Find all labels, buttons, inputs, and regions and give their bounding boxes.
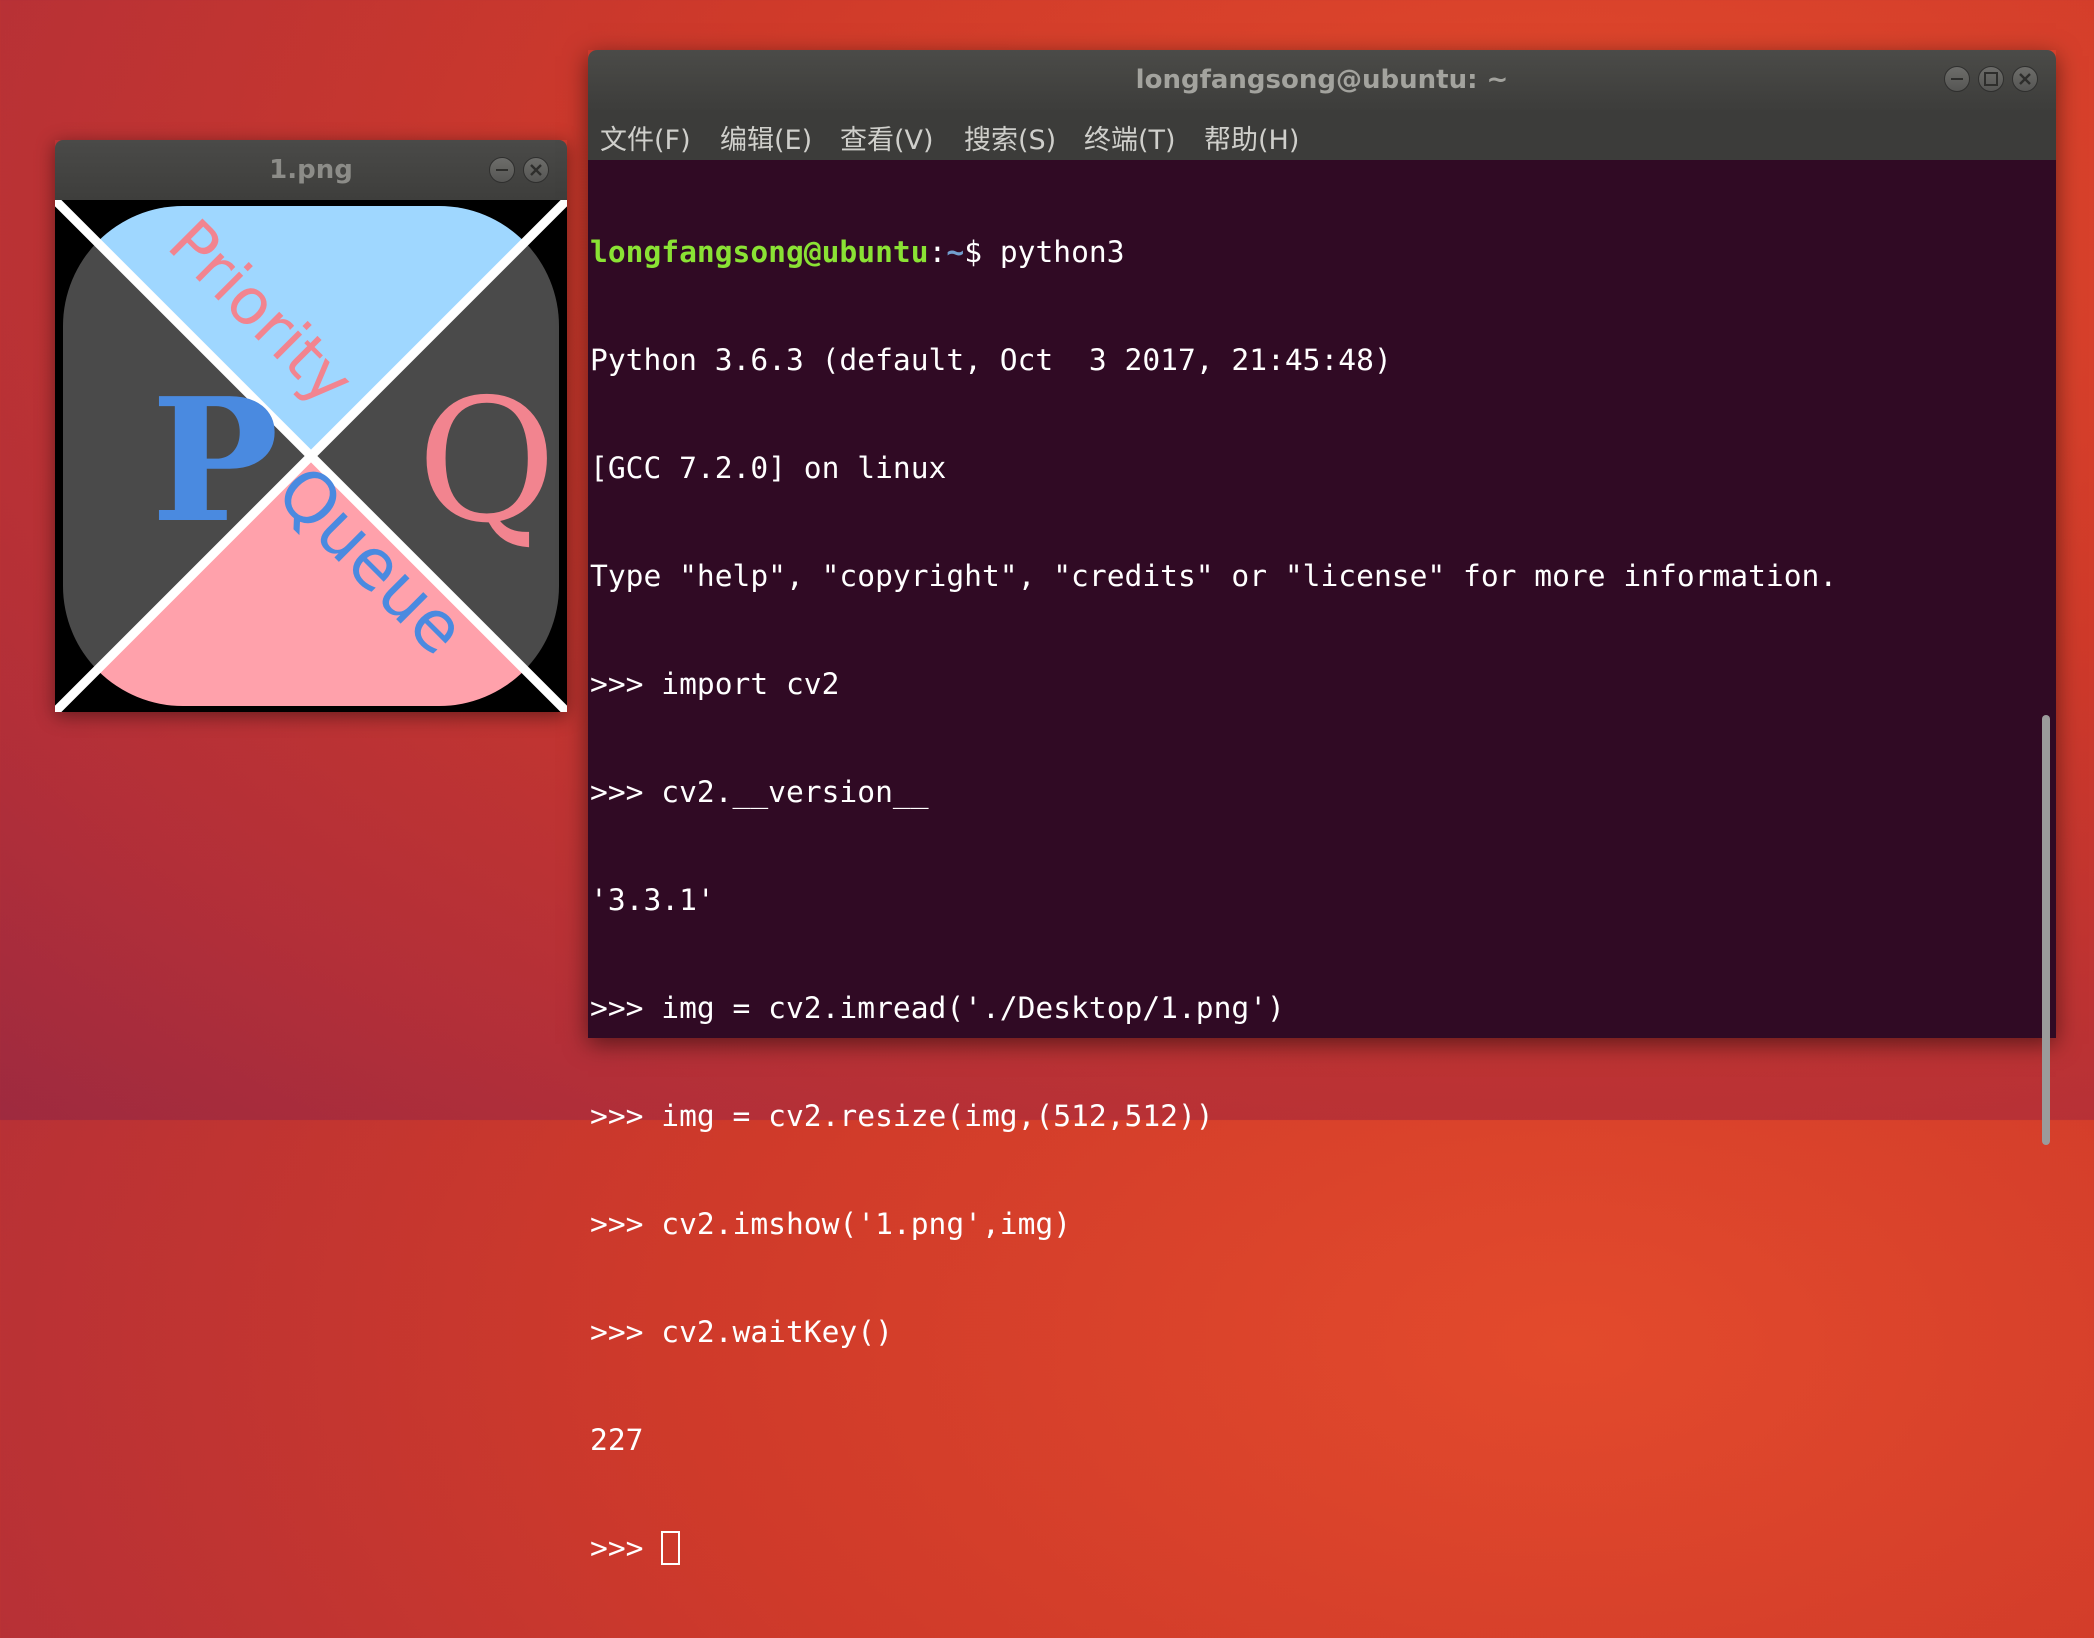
prompt-separator: : <box>928 235 947 269</box>
letter-q: Q <box>417 363 556 561</box>
letter-p: P <box>151 361 279 561</box>
menu-search[interactable]: 搜索(S) <box>964 110 1056 160</box>
displayed-image: P Q Priority Queue <box>51 196 571 716</box>
menu-terminal[interactable]: 终端(T) <box>1084 110 1176 160</box>
terminal-text: longfangsong@ubuntu:~$ python3 Python 3.… <box>590 162 2026 1638</box>
terminal-line: '3.3.1' <box>590 883 715 917</box>
terminal-line: Python 3.6.3 (default, Oct 3 2017, 21:45… <box>590 343 1410 377</box>
terminal-line: Type "help", "copyright", "credits" or "… <box>590 559 1838 593</box>
terminal-titlebar[interactable]: longfangsong@ubuntu: ~ <box>588 50 2056 110</box>
terminal-line: 227 <box>590 1423 644 1457</box>
prompt-command: python3 <box>999 235 1125 269</box>
close-button[interactable] <box>2012 66 2038 92</box>
prompt-path: ~ <box>946 235 965 269</box>
terminal-title: longfangsong@ubuntu: ~ <box>1135 65 1509 95</box>
terminal-window[interactable]: longfangsong@ubuntu: ~ 文件(F) 编辑(E) 查看(V)… <box>588 50 2056 1565</box>
terminal-line: >>> import cv2 <box>590 667 840 701</box>
minimize-icon <box>496 169 508 171</box>
terminal-line: >>> img = cv2.imread('./Desktop/1.png') <box>590 991 1285 1025</box>
terminal-output[interactable]: longfangsong@ubuntu:~$ python3 Python 3.… <box>588 160 2056 1565</box>
close-button[interactable] <box>523 157 549 183</box>
terminal-line: [GCC 7.2.0] on linux <box>590 451 947 485</box>
minimize-button[interactable] <box>489 157 515 183</box>
minimize-icon <box>1951 78 1963 80</box>
terminal-line: >>> cv2.__version__ <box>590 775 929 809</box>
image-window-titlebar[interactable]: 1.png <box>55 140 567 200</box>
image-viewer-window[interactable]: 1.png P Q Priority Queue <box>51 140 571 716</box>
menu-help[interactable]: 帮助(H) <box>1204 110 1299 160</box>
python-prompt-line: >>> <box>590 1530 2026 1566</box>
menu-view[interactable]: 查看(V) <box>840 110 934 160</box>
menu-edit[interactable]: 编辑(E) <box>720 110 812 160</box>
minimize-button[interactable] <box>1944 66 1970 92</box>
menu-file[interactable]: 文件(F) <box>600 110 691 160</box>
terminal-scrollbar[interactable] <box>2042 715 2050 1145</box>
terminal-line: >>> cv2.waitKey() <box>590 1315 893 1349</box>
prompt-symbol: $ <box>964 235 1000 269</box>
maximize-button[interactable] <box>1978 66 2004 92</box>
python-prompt: >>> <box>590 1531 662 1565</box>
close-icon <box>2019 73 2031 85</box>
terminal-line: >>> cv2.imshow('1.png',img) <box>590 1207 1072 1241</box>
prompt-user-host: longfangsong@ubuntu <box>590 235 929 269</box>
terminal-line: >>> img = cv2.resize(img,(512,512)) <box>590 1099 1214 1133</box>
terminal-menubar: 文件(F) 编辑(E) 查看(V) 搜索(S) 终端(T) 帮助(H) <box>588 110 2056 160</box>
text-cursor <box>661 1531 681 1565</box>
shell-prompt-line: longfangsong@ubuntu:~$ python3 <box>590 234 2026 270</box>
priority-queue-logo: P Q Priority Queue <box>51 196 571 716</box>
close-icon <box>530 164 542 176</box>
maximize-icon <box>1984 72 1998 86</box>
